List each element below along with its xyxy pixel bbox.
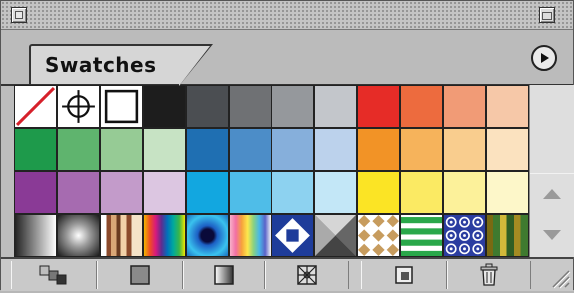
delete-swatch-button[interactable] bbox=[447, 261, 531, 289]
swatch-green-2[interactable] bbox=[57, 129, 99, 170]
triangle-right-icon bbox=[541, 53, 549, 63]
swatch-cyan[interactable] bbox=[186, 172, 228, 213]
swatch-red[interactable] bbox=[358, 86, 400, 127]
swatch-purple[interactable] bbox=[15, 172, 56, 213]
resize-grip-icon[interactable] bbox=[545, 263, 571, 289]
swatch-gray-4[interactable] bbox=[315, 86, 357, 127]
swatch-green[interactable] bbox=[15, 129, 56, 170]
swatch-yellow-4[interactable] bbox=[486, 172, 528, 213]
tab-edge bbox=[179, 46, 210, 86]
gray-square-icon bbox=[130, 265, 150, 285]
swatch-black[interactable] bbox=[143, 86, 185, 127]
new-swatch-button[interactable] bbox=[361, 261, 447, 289]
swatches-panel: Swatches bbox=[0, 0, 574, 291]
swatch-orange-2[interactable] bbox=[401, 129, 443, 170]
swatch-peach[interactable] bbox=[486, 86, 528, 127]
swatch-orange[interactable] bbox=[358, 129, 400, 170]
swatch-yellow-2[interactable] bbox=[401, 172, 443, 213]
gradient-square-icon bbox=[214, 265, 234, 285]
tab-label: Swatches bbox=[45, 53, 157, 77]
swatch-purple-3[interactable] bbox=[100, 172, 142, 213]
swatch-gradient-spectrum[interactable] bbox=[143, 215, 185, 256]
swatch-gradient-wood-stripes[interactable] bbox=[100, 215, 142, 256]
swatch-pattern-green-stripes[interactable] bbox=[401, 215, 443, 258]
show-pattern-swatches-button[interactable] bbox=[265, 261, 349, 289]
panel-bottom-bar bbox=[1, 257, 573, 291]
swatch-none[interactable] bbox=[15, 86, 56, 127]
swatch-yellow[interactable] bbox=[358, 172, 400, 213]
swatch-gray-2[interactable] bbox=[229, 86, 271, 127]
show-color-swatches-button[interactable] bbox=[97, 261, 183, 289]
panel-menu-button[interactable] bbox=[531, 45, 557, 71]
show-all-swatches-button[interactable] bbox=[11, 261, 97, 289]
tab-swatches[interactable]: Swatches bbox=[29, 44, 213, 86]
swatch-pattern-blue-diamond[interactable] bbox=[272, 215, 314, 256]
swatch-purple-4[interactable] bbox=[143, 172, 185, 213]
swatch-purple-2[interactable] bbox=[57, 172, 99, 213]
vertical-scrollbar[interactable] bbox=[529, 85, 574, 257]
trash-icon bbox=[480, 263, 498, 286]
swatch-gradient-radial-gray[interactable] bbox=[57, 215, 99, 256]
pattern-square-icon bbox=[297, 265, 317, 285]
swatch-green-3[interactable] bbox=[100, 129, 142, 170]
new-page-icon bbox=[395, 266, 413, 284]
swatch-orange-red[interactable] bbox=[401, 86, 443, 127]
swatch-white[interactable] bbox=[100, 86, 142, 127]
tab-strip: Swatches bbox=[1, 30, 573, 86]
swatch-pattern-tan-tiles[interactable] bbox=[358, 215, 400, 256]
swatch-grid bbox=[14, 85, 529, 258]
swatch-registration[interactable] bbox=[57, 86, 99, 127]
show-gradient-swatches-button[interactable] bbox=[183, 261, 265, 289]
swatch-green-4[interactable] bbox=[143, 129, 185, 170]
swatch-orange-3[interactable] bbox=[444, 129, 485, 170]
scroll-down-button[interactable] bbox=[530, 215, 574, 255]
arrow-up-icon bbox=[543, 189, 561, 199]
swatch-blue-4[interactable] bbox=[315, 129, 357, 170]
swatch-pattern-camo[interactable] bbox=[486, 215, 528, 256]
close-box-icon[interactable] bbox=[11, 7, 27, 23]
swatch-cyan-2[interactable] bbox=[229, 172, 271, 213]
swatch-pattern-pyramid[interactable] bbox=[315, 215, 357, 256]
swatch-blue-3[interactable] bbox=[272, 129, 314, 170]
scroll-up-button[interactable] bbox=[530, 173, 574, 214]
swatch-yellow-3[interactable] bbox=[444, 172, 485, 213]
swatch-pattern-blue-tiles[interactable] bbox=[444, 215, 485, 256]
swatch-blue-2[interactable] bbox=[229, 129, 271, 170]
swatch-gradient-rainbow[interactable] bbox=[229, 215, 271, 256]
arrow-down-icon bbox=[543, 230, 561, 240]
swatch-orange-4[interactable] bbox=[486, 129, 528, 170]
swatch-salmon[interactable] bbox=[444, 86, 485, 127]
swatch-cyan-4[interactable] bbox=[315, 172, 357, 213]
swatch-blue[interactable] bbox=[186, 129, 228, 170]
panel-title-bar[interactable] bbox=[1, 1, 573, 30]
zoom-box-icon[interactable] bbox=[539, 7, 555, 23]
swatch-gradient-linear-gray[interactable] bbox=[15, 215, 56, 256]
swatch-gradient-radial-blue[interactable] bbox=[186, 215, 228, 256]
swatch-gray-3[interactable] bbox=[272, 86, 314, 127]
stacked-squares-icon bbox=[39, 265, 67, 285]
swatch-cyan-3[interactable] bbox=[272, 172, 314, 213]
swatch-gray-1[interactable] bbox=[186, 86, 228, 127]
